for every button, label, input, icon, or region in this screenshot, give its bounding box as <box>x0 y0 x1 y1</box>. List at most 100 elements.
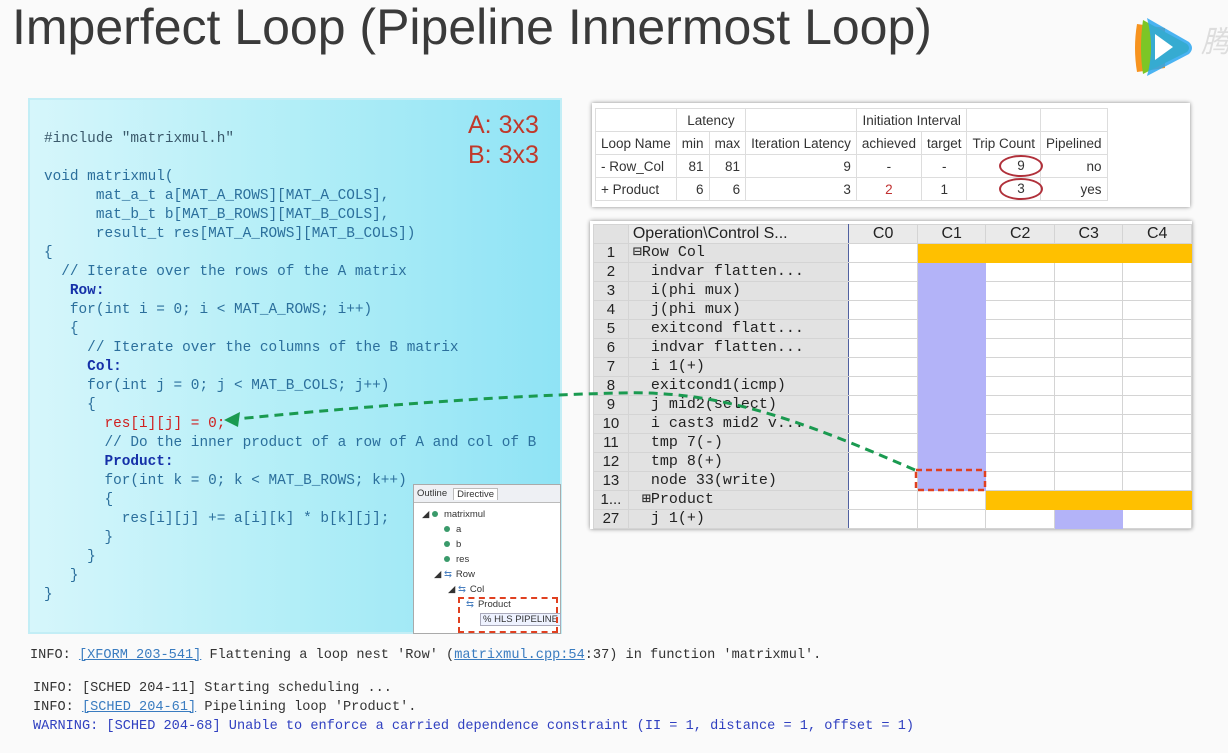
empty-cell <box>848 281 918 301</box>
row-number: 11 <box>593 433 629 453</box>
column-header: Iteration Latency <box>745 131 857 155</box>
schedule-row: 12 tmp 8(+) <box>593 452 1192 472</box>
tree-item-res[interactable]: res <box>444 554 469 565</box>
operation-header: Operation\Control S... <box>627 224 850 244</box>
code-line: #include "matrixmul.h" <box>44 131 234 147</box>
empty-cell <box>985 262 1055 282</box>
row-number: 3 <box>593 281 629 301</box>
empty-cell <box>848 509 918 529</box>
empty-cell <box>1122 338 1192 358</box>
empty-cell <box>1122 471 1192 491</box>
operation-name[interactable]: j(phi mux) <box>627 300 850 320</box>
xform-link[interactable]: [XFORM 203-541] <box>79 648 201 663</box>
tree-item-row[interactable]: ◢ ⇆ Row <box>434 569 475 580</box>
tab-directive[interactable]: Directive <box>453 487 499 500</box>
code-line: res[i][j] = 0; <box>44 416 226 432</box>
empty-cell <box>848 357 918 377</box>
empty-cell <box>1122 262 1192 282</box>
schedule-viewer: Operation\Control S... C0 C1 C2 C3 C4 1 ⊟Row Co… <box>590 221 1192 529</box>
tree-item-matrixmul[interactable]: ◢ matrixmul <box>422 509 485 520</box>
empty-cell <box>916 509 987 529</box>
operation-name[interactable]: i cast3 mid2 v... <box>627 414 850 434</box>
cell: 9 <box>745 154 857 178</box>
operation-name[interactable]: indvar flatten... <box>627 262 850 282</box>
code-line: // Do the inner product of a row of A an… <box>44 435 537 451</box>
directive-highlight <box>458 597 558 633</box>
empty-cell <box>848 490 918 510</box>
cell: + Product <box>595 177 677 201</box>
operation-cell <box>916 433 987 453</box>
operation-name[interactable]: exitcond flatt... <box>627 319 850 339</box>
tree-item-b[interactable]: b <box>444 539 461 550</box>
empty-cell <box>1053 414 1124 434</box>
empty-cell <box>1053 300 1124 320</box>
row-number: 8 <box>593 376 629 396</box>
operation-name[interactable]: node 33(write) <box>627 471 850 491</box>
column-header: Pipelined <box>1040 131 1108 155</box>
row-number: 6 <box>593 338 629 358</box>
operation-cell <box>916 471 987 491</box>
code-line: result_t res[MAT_A_ROWS][MAT_B_COLS]) <box>44 226 416 242</box>
operation-name[interactable]: j mid2(select) <box>627 395 850 415</box>
empty-cell <box>1122 281 1192 301</box>
control-step-c4[interactable]: C4 <box>1122 224 1192 244</box>
empty-cell <box>848 338 918 358</box>
row-number: 4 <box>593 300 629 320</box>
empty-cell <box>1053 471 1124 491</box>
dim-a: A: 3x3 <box>468 111 539 139</box>
tree-item-col[interactable]: ◢ ⇆ Col <box>448 584 484 595</box>
loop-icon: ⇆ <box>443 569 452 580</box>
trip-count-circle: 9 <box>999 155 1044 177</box>
cell: 9 <box>966 154 1044 178</box>
operation-name[interactable]: i 1(+) <box>627 357 850 377</box>
source-link[interactable]: matrixmul.cpp:54 <box>454 648 585 663</box>
control-step-c0[interactable]: C0 <box>848 224 918 244</box>
code-line: // Iterate over the columns of the B mat… <box>44 340 459 356</box>
cell: 3 <box>966 177 1044 201</box>
code-line: { <box>44 245 53 261</box>
code-line: mat_a_t a[MAT_A_ROWS][MAT_A_COLS], <box>44 188 390 204</box>
empty-cell <box>1122 414 1192 434</box>
cell: no <box>1040 154 1108 178</box>
code-line: // Iterate over the rows of the A matrix <box>44 264 407 280</box>
schedule-row: 7 i 1(+) <box>593 357 1192 377</box>
empty-cell <box>848 376 918 396</box>
tree-item-a[interactable]: a <box>444 524 461 535</box>
tab-outline[interactable]: Outline <box>417 488 447 499</box>
schedule-row: 5 exitcond flatt... <box>593 319 1192 339</box>
trip-count-circle: 3 <box>999 178 1044 200</box>
operation-name[interactable]: j 1(+) <box>627 509 850 529</box>
control-step-c1[interactable]: C1 <box>916 224 987 244</box>
dim-b: B: 3x3 <box>468 141 539 169</box>
empty-cell <box>1053 395 1124 415</box>
empty-cell <box>1053 452 1124 472</box>
operation-name[interactable]: i(phi mux) <box>627 281 850 301</box>
row-number: 12 <box>593 452 629 472</box>
operation-name[interactable]: ⊟Row Col <box>627 243 850 263</box>
operation-cell <box>916 452 987 472</box>
empty-cell <box>1122 376 1192 396</box>
column-header: max <box>708 131 747 155</box>
column-header: min <box>675 131 710 155</box>
empty-cell <box>848 452 918 472</box>
empty-cell <box>916 490 987 510</box>
schedule-row: 1... ⊞Product <box>593 490 1192 510</box>
row-number: 10 <box>593 414 629 434</box>
column-header: Loop Name <box>595 131 677 155</box>
cell: 81 <box>675 154 710 178</box>
operation-name[interactable]: ⊞Product <box>627 490 850 510</box>
empty-cell <box>985 395 1055 415</box>
empty-cell <box>1122 357 1192 377</box>
operation-name[interactable]: exitcond1(icmp) <box>627 376 850 396</box>
operation-name[interactable]: tmp 7(-) <box>627 433 850 453</box>
column-header: achieved <box>855 131 922 155</box>
sched-link[interactable]: [SCHED 204-61] <box>82 700 196 715</box>
empty-cell <box>1053 376 1124 396</box>
control-step-c2[interactable]: C2 <box>985 224 1055 244</box>
operation-name[interactable]: indvar flatten... <box>627 338 850 358</box>
code-line: Product: <box>44 454 174 470</box>
operation-name[interactable]: tmp 8(+) <box>627 452 850 472</box>
row-number: 1 <box>593 243 629 263</box>
empty-cell <box>985 338 1055 358</box>
control-step-c3[interactable]: C3 <box>1053 224 1124 244</box>
